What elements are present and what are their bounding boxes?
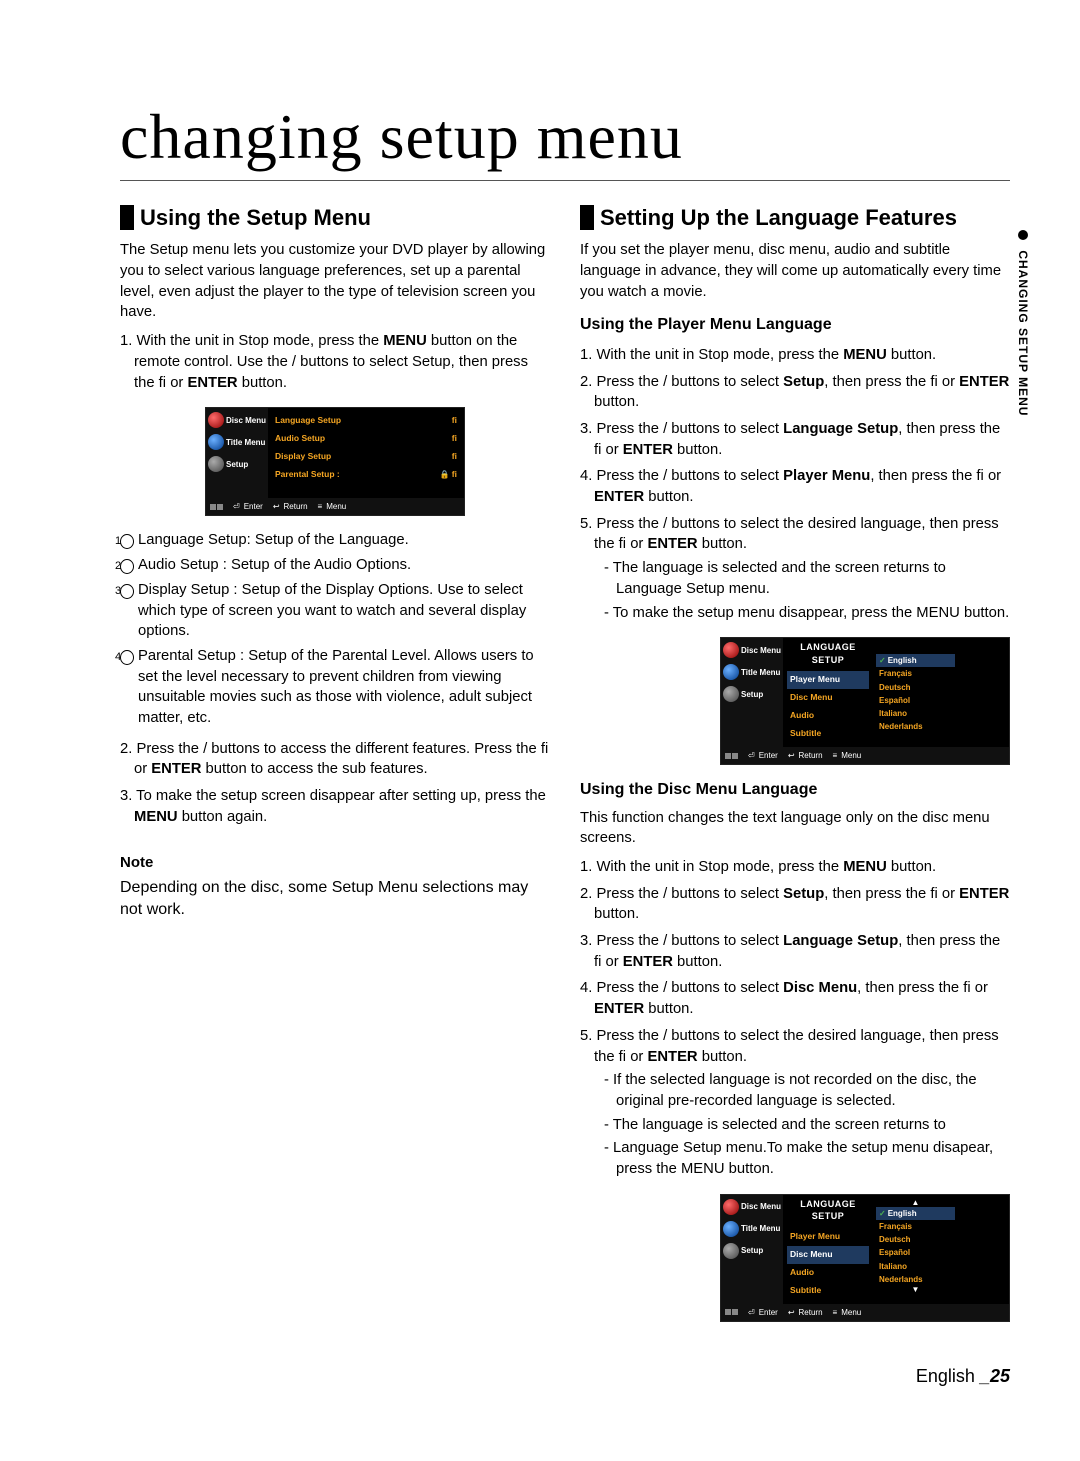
intro-left: The Setup menu lets you customize your D… — [120, 240, 550, 323]
side-tab-dot — [1018, 230, 1028, 240]
right-column: Setting Up the Language Features If you … — [580, 199, 1010, 1336]
osd-language-setup-disc: Disc Menu Title Menu Setup LANGUAGE SETU… — [720, 1194, 1010, 1322]
disc-menu-intro: This function changes the text language … — [580, 808, 1010, 849]
section-using-setup-menu: Using the Setup Menu — [120, 205, 550, 230]
step-item: 1. With the unit in Stop mode, press the… — [580, 857, 1010, 878]
subhead-player-menu-lang: Using the Player Menu Language — [580, 314, 1010, 336]
side-tab-label: CHANGING SETUP MENU — [1016, 250, 1030, 416]
note-label: Note — [120, 852, 550, 873]
player-menu-steps: 1. With the unit in Stop mode, press the… — [580, 345, 1010, 623]
disc-menu-steps: 1. With the unit in Stop mode, press the… — [580, 857, 1010, 1180]
step-sub-item: - To make the setup menu disappear, pres… — [604, 603, 1010, 624]
step-item: 3. Press the / buttons to select Languag… — [580, 931, 1010, 972]
step-item: 4. Press the / buttons to select Player … — [580, 466, 1010, 507]
step-sub-item: - If the selected language is not record… — [604, 1070, 1010, 1111]
note-text: Depending on the disc, some Setup Menu s… — [120, 877, 550, 922]
step-sub-item: - The language is selected and the scree… — [604, 1115, 1010, 1136]
osd-setup-menu: Disc Menu Title Menu Setup Language Setu… — [205, 407, 465, 516]
step-item: 5. Press the / buttons to select the des… — [580, 514, 1010, 624]
side-tab: CHANGING SETUP MENU — [1016, 230, 1030, 416]
subhead-disc-menu-lang: Using the Disc Menu Language — [580, 779, 1010, 801]
heading-language-features: Setting Up the Language Features — [600, 205, 957, 230]
section-language-features: Setting Up the Language Features — [580, 205, 1010, 230]
page-footer: English _25 — [120, 1366, 1010, 1387]
step-item: 4. Press the / buttons to select Disc Me… — [580, 978, 1010, 1019]
left-step-1: 1. With the unit in Stop mode, press the… — [120, 331, 550, 393]
step-item: 3. Press the / buttons to select Languag… — [580, 419, 1010, 460]
heading-using-setup: Using the Setup Menu — [140, 205, 371, 230]
step-item: 1. With the unit in Stop mode, press the… — [580, 345, 1010, 366]
left-column: Using the Setup Menu The Setup menu lets… — [120, 199, 550, 1336]
step-sub-item: - The language is selected and the scree… — [604, 558, 1010, 599]
step-item: 5. Press the / buttons to select the des… — [580, 1026, 1010, 1180]
step-item: 2. Press the / buttons to select Setup, … — [580, 884, 1010, 925]
step-sub-item: - Language Setup menu.To make the setup … — [604, 1138, 1010, 1179]
left-step-2: 2. Press the / buttons to access the dif… — [120, 739, 550, 780]
left-step-3: 3. To make the setup screen disappear af… — [120, 786, 550, 827]
intro-right: If you set the player menu, disc menu, a… — [580, 240, 1010, 302]
setup-option-bullets: 1Language Setup: Setup of the Language. … — [120, 530, 550, 728]
osd-language-setup-player: Disc Menu Title Menu Setup LANGUAGE SETU… — [720, 637, 1010, 765]
page-title: changing setup menu — [120, 100, 1010, 181]
step-item: 2. Press the / buttons to select Setup, … — [580, 372, 1010, 413]
